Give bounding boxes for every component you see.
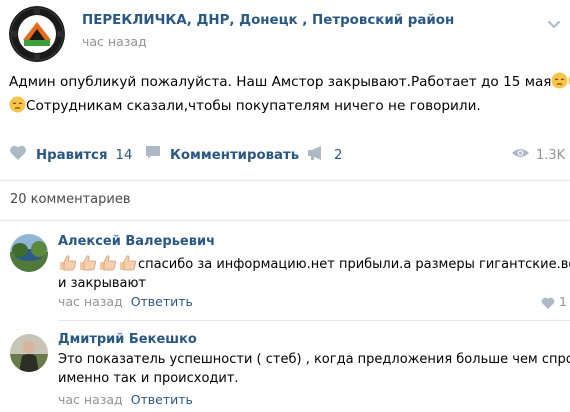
comment-avatar[interactable] — [10, 334, 48, 372]
comment-like-button[interactable] — [541, 295, 559, 313]
reply-button[interactable]: Ответить — [131, 392, 193, 407]
comment-author-link[interactable]: Алексей Валерьевич — [58, 234, 215, 249]
comment-item: Дмитрий Бекешко Это показатель успешност… — [0, 320, 570, 412]
post-header: ПЕРЕКЛИЧКА, ДНР, Донецк , Петровский рай… — [0, 0, 570, 62]
pensive-face-icon — [551, 72, 568, 89]
chevron-down-icon[interactable] — [546, 16, 562, 32]
post-actions-bar: Нравится 14 Комментировать 2 1.3K — [0, 140, 570, 170]
comment-label: Комментировать — [170, 147, 300, 163]
comment-button[interactable]: Комментировать — [145, 140, 299, 170]
like-label: Нравится — [36, 147, 108, 163]
views-count: 1.3K — [536, 147, 566, 163]
comment-avatar[interactable] — [10, 234, 48, 272]
group-name-link[interactable]: ПЕРЕКЛИЧКА, ДНР, Донецк , Петровский рай… — [82, 13, 454, 28]
views-counter: 1.3K — [511, 140, 565, 170]
comment-text-line-1: спасибо за информацию.нет прибыли.а разм… — [138, 257, 570, 272]
comment-meta: час назад Ответить — [58, 392, 193, 407]
divider — [0, 180, 570, 181]
comment-like-count: 1 — [559, 294, 567, 309]
comment-author-link[interactable]: Дмитрий Бекешко — [58, 332, 197, 347]
comment-text: спасибо за информацию.нет прибыли.а разм… — [58, 254, 570, 293]
comment-meta: час назад Ответить — [58, 294, 193, 309]
comment-text-line-2: и закрывают — [58, 276, 146, 291]
group-avatar[interactable] — [9, 6, 65, 62]
comment-text-line-2: именно так и происходит. — [58, 371, 239, 386]
comment-item: Алексей Валерьевич спасибо за информацию… — [0, 220, 570, 320]
pensive-face-icon — [9, 96, 26, 113]
heart-icon — [9, 145, 27, 165]
reply-button[interactable]: Ответить — [131, 294, 193, 309]
comments-count: 20 комментариев — [10, 192, 131, 207]
comment-icon — [145, 145, 161, 165]
thumbs-up-icon — [78, 254, 97, 271]
eye-icon — [511, 147, 530, 163]
comment-text: Это показатель успешности ( стеб) , когд… — [58, 350, 570, 388]
post-text: Админ опубликуй пожалуйста. Наш Амстор з… — [9, 70, 570, 118]
like-count: 14 — [115, 147, 133, 163]
share-count: 2 — [334, 147, 343, 163]
share-button[interactable]: 2 — [307, 140, 342, 170]
thumbs-up-icon — [118, 254, 137, 271]
like-button[interactable]: Нравится 14 — [9, 140, 132, 170]
comment-text-line-1: Это показатель успешности ( стеб) , когд… — [58, 352, 570, 367]
thumbs-up-icon — [98, 254, 117, 271]
post-time[interactable]: час назад — [82, 34, 147, 49]
post-text-line-1: Админ опубликуй пожалуйста. Наш Амстор з… — [9, 74, 552, 90]
post-text-line-2: Сотрудникам сказали,чтобы покупателям ни… — [26, 98, 481, 114]
comment-time[interactable]: час назад — [58, 294, 123, 309]
comment-time[interactable]: час назад — [58, 392, 123, 407]
thumbs-up-icon — [58, 254, 77, 271]
megaphone-icon — [307, 145, 325, 165]
